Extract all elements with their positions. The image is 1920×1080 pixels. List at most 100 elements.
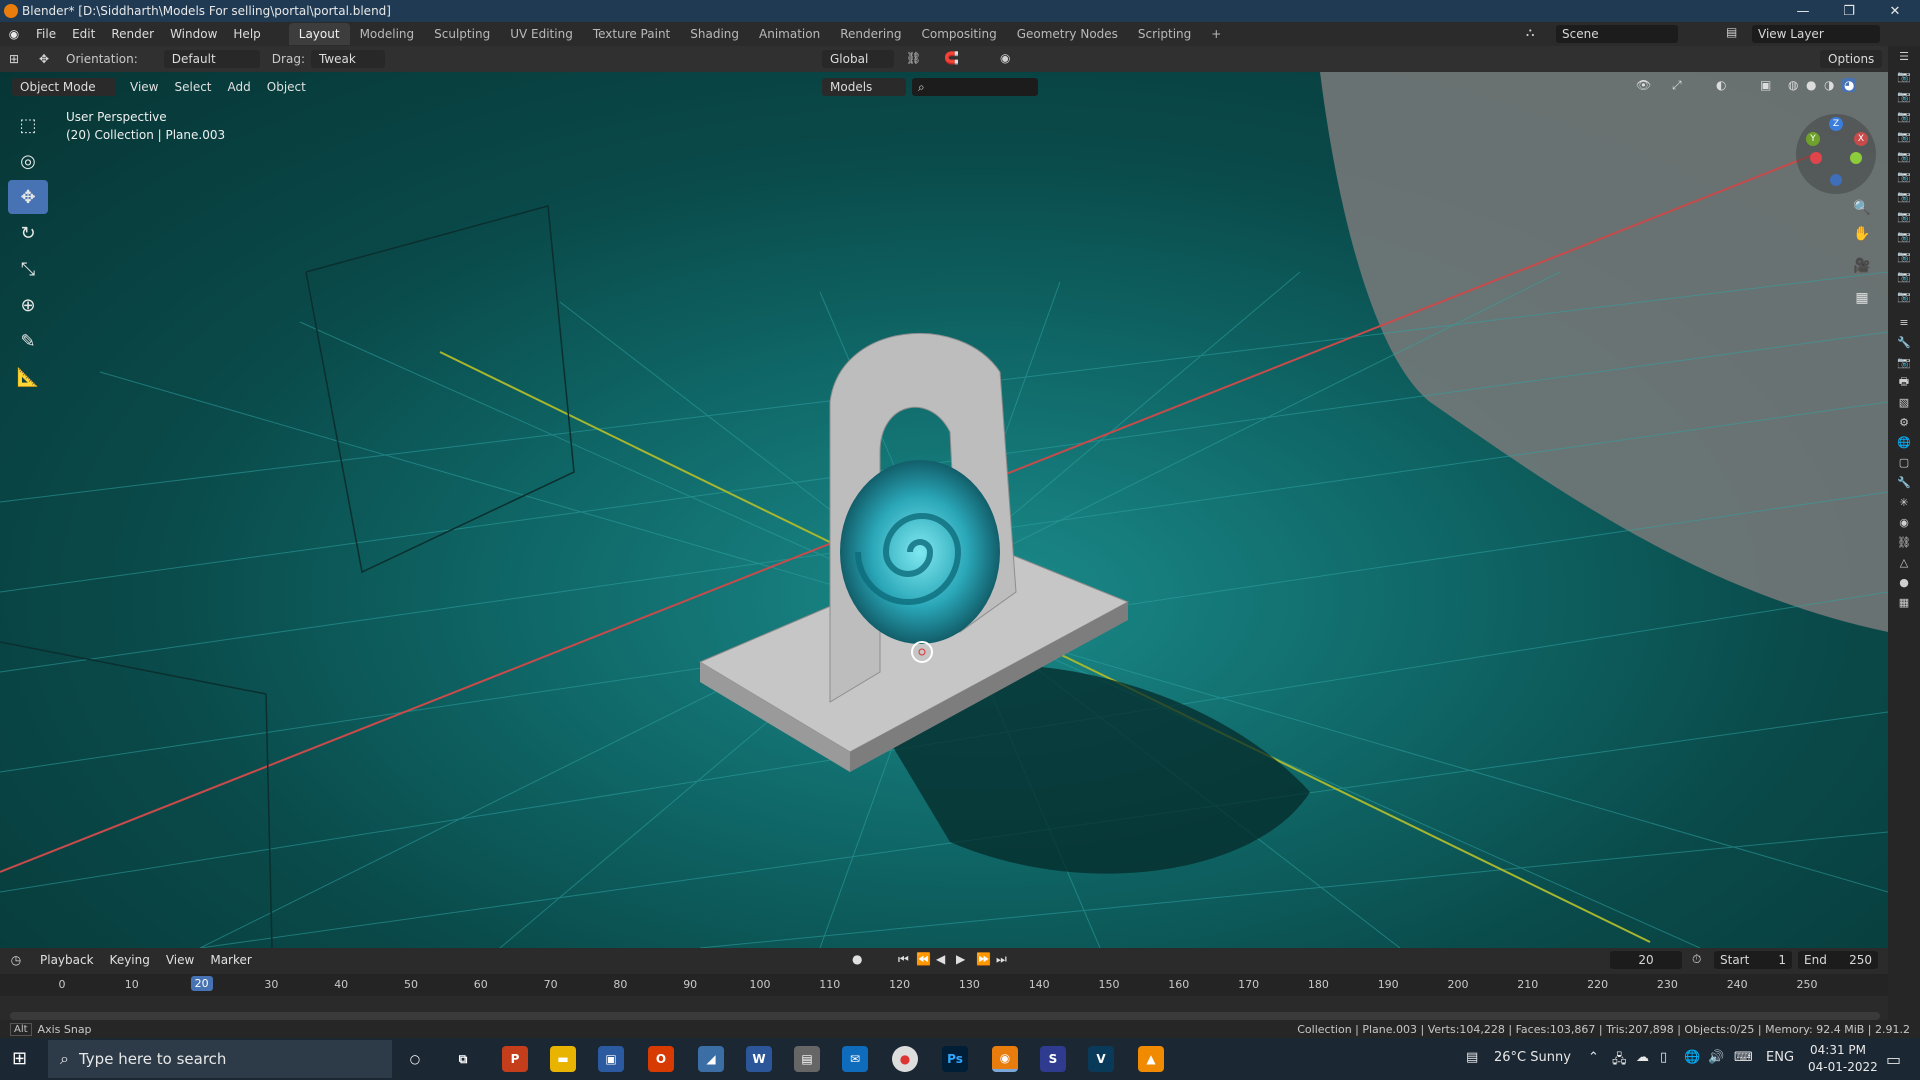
object-properties-icon[interactable]: ▢ <box>1888 452 1920 472</box>
pinned-app-icon[interactable]: ◢ <box>698 1046 724 1072</box>
orientation-dropdown[interactable]: Default <box>163 50 260 68</box>
annotate-icon[interactable]: ✎ <box>8 324 48 358</box>
next-keyframe-button[interactable]: ⏩ <box>976 952 991 966</box>
constraints-properties-icon[interactable]: ⛓ <box>1888 532 1920 552</box>
start-frame-field[interactable]: Start 1 <box>1714 951 1792 969</box>
data-properties-icon[interactable]: △ <box>1888 552 1920 572</box>
add-menu[interactable]: Add <box>220 77 259 97</box>
rotate-icon[interactable]: ↻ <box>8 216 48 250</box>
mail-icon[interactable]: ✉ <box>842 1046 868 1072</box>
camera-visibility-icon[interactable]: 📷 <box>1888 146 1920 166</box>
neg-y-axis-handle[interactable] <box>1850 152 1862 164</box>
tab-texture-paint[interactable]: Texture Paint <box>583 23 680 45</box>
camera-visibility-icon[interactable]: 📷 <box>1888 246 1920 266</box>
scene-selector[interactable]: Scene <box>1556 25 1678 43</box>
app-icon[interactable]: ▤ <box>794 1046 820 1072</box>
material-properties-icon[interactable]: ● <box>1888 572 1920 592</box>
tab-modeling[interactable]: Modeling <box>350 23 425 45</box>
play-button[interactable]: ▶ <box>956 952 965 966</box>
transform-icon[interactable]: ⊕ <box>8 288 48 322</box>
powerpoint-icon[interactable]: P <box>502 1046 528 1072</box>
camera-visibility-icon[interactable]: 📷 <box>1888 186 1920 206</box>
chrome-icon[interactable]: ● <box>892 1046 918 1072</box>
object-menu[interactable]: Object <box>259 77 314 97</box>
taskbar-search-input[interactable]: ⌕ Type here to search <box>48 1040 392 1078</box>
proportional-editing-icon[interactable]: ◉ <box>1000 51 1010 65</box>
maximize-button[interactable]: ❐ <box>1826 0 1872 22</box>
wireframe-shading-icon[interactable]: ◍ <box>1788 78 1798 92</box>
navigation-gizmo[interactable]: Z X Y <box>1796 114 1876 194</box>
output-properties-icon[interactable]: 🖶 <box>1888 372 1920 392</box>
marker-menu[interactable]: Marker <box>202 950 259 970</box>
tab-geometry-nodes[interactable]: Geometry Nodes <box>1007 23 1128 45</box>
camera-visibility-icon[interactable]: 📷 <box>1888 226 1920 246</box>
notifications-icon[interactable]: ▭ <box>1886 1050 1901 1069</box>
timeline-editor-type-icon[interactable]: ◷ <box>0 953 32 967</box>
clock-date[interactable]: 04-01-2022 <box>1808 1060 1878 1074</box>
tool-properties-icon[interactable]: 🔧 <box>1888 332 1920 352</box>
clock-time[interactable]: 04:31 PM <box>1810 1043 1866 1057</box>
view-layer-selector[interactable]: View Layer <box>1752 25 1880 43</box>
outliner-icon[interactable]: ☰ <box>1888 46 1920 66</box>
word-icon[interactable]: W <box>746 1046 772 1072</box>
menu-file[interactable]: File <box>28 27 64 41</box>
menu-render[interactable]: Render <box>103 27 162 41</box>
volume-icon[interactable]: 🔊 <box>1708 1050 1724 1065</box>
playback-menu[interactable]: Playback <box>32 950 102 970</box>
overlays-icon[interactable]: ◐ <box>1716 78 1726 92</box>
store-icon[interactable]: ▣ <box>598 1046 624 1072</box>
office-icon[interactable]: O <box>648 1046 674 1072</box>
tab-scripting[interactable]: Scripting <box>1128 23 1201 45</box>
measure-icon[interactable]: 📐 <box>8 360 48 394</box>
camera-visibility-icon[interactable]: 📷 <box>1888 166 1920 186</box>
particles-properties-icon[interactable]: ✳ <box>1888 492 1920 512</box>
tab-uv-editing[interactable]: UV Editing <box>500 23 583 45</box>
jump-end-button[interactable]: ⏭ <box>996 952 1007 967</box>
current-frame-indicator[interactable]: 20 <box>190 976 213 991</box>
tray-chevron-icon[interactable]: ⌃ <box>1588 1050 1599 1065</box>
texture-properties-icon[interactable]: ▦ <box>1888 592 1920 612</box>
globe-icon[interactable]: 🌐 <box>1684 1050 1700 1065</box>
select-menu[interactable]: Select <box>166 77 219 97</box>
xray-icon[interactable]: ▣ <box>1760 78 1771 92</box>
timeline-scrollbar[interactable] <box>10 1012 1880 1020</box>
menu-window[interactable]: Window <box>162 27 225 41</box>
neg-z-axis-handle[interactable] <box>1830 174 1842 186</box>
tab-layout[interactable]: Layout <box>288 23 350 45</box>
ortho-toggle-icon[interactable]: ▦ <box>1850 286 1874 310</box>
world-properties-icon[interactable]: 🌐 <box>1888 432 1920 452</box>
battery-icon[interactable]: ▯ <box>1660 1050 1667 1065</box>
timeline-view-menu[interactable]: View <box>158 950 202 970</box>
transform-orientation-dropdown[interactable]: Global <box>822 50 894 68</box>
options-dropdown[interactable]: Options <box>1820 50 1883 68</box>
preview-range-icon[interactable]: ⏱ <box>1692 952 1701 967</box>
current-frame-field[interactable]: 20 <box>1610 951 1682 969</box>
pivot-point-icon[interactable]: ⛓ <box>906 51 921 65</box>
close-button[interactable]: ✕ <box>1872 0 1918 22</box>
tab-rendering[interactable]: Rendering <box>830 23 911 45</box>
scene-properties-icon[interactable]: ⚙ <box>1888 412 1920 432</box>
collection-filter-dropdown[interactable]: Models <box>822 78 906 96</box>
y-axis-handle[interactable]: Y <box>1806 132 1820 146</box>
windows-start-icon[interactable]: ⊞ <box>12 1048 27 1069</box>
weather-text[interactable]: 26°C Sunny <box>1494 1050 1571 1065</box>
minimize-button[interactable]: — <box>1780 0 1826 22</box>
camera-visibility-icon[interactable]: 📷 <box>1888 86 1920 106</box>
camera-visibility-icon[interactable]: 📷 <box>1888 106 1920 126</box>
jump-start-button[interactable]: ⏮ <box>898 952 909 967</box>
camera-view-icon[interactable]: 🎥 <box>1850 254 1874 278</box>
menu-help[interactable]: Help <box>225 27 268 41</box>
properties-editor-icon[interactable]: ≡ <box>1888 312 1920 332</box>
menu-edit[interactable]: Edit <box>64 27 103 41</box>
substance-icon[interactable]: S <box>1040 1046 1066 1072</box>
add-workspace-button[interactable]: + <box>1201 23 1231 45</box>
view-layer-properties-icon[interactable]: ▧ <box>1888 392 1920 412</box>
snap-icon[interactable]: 🧲 <box>944 51 959 65</box>
visibility-icon[interactable]: 👁 <box>1636 78 1651 92</box>
prev-keyframe-button[interactable]: ⏪ <box>916 952 931 966</box>
tab-sculpting[interactable]: Sculpting <box>424 23 500 45</box>
vpn-icon[interactable]: V <box>1088 1046 1114 1072</box>
camera-visibility-icon[interactable]: 📷 <box>1888 266 1920 286</box>
z-axis-handle[interactable]: Z <box>1829 117 1843 131</box>
keyboard-icon[interactable]: ⌨ <box>1734 1050 1753 1065</box>
